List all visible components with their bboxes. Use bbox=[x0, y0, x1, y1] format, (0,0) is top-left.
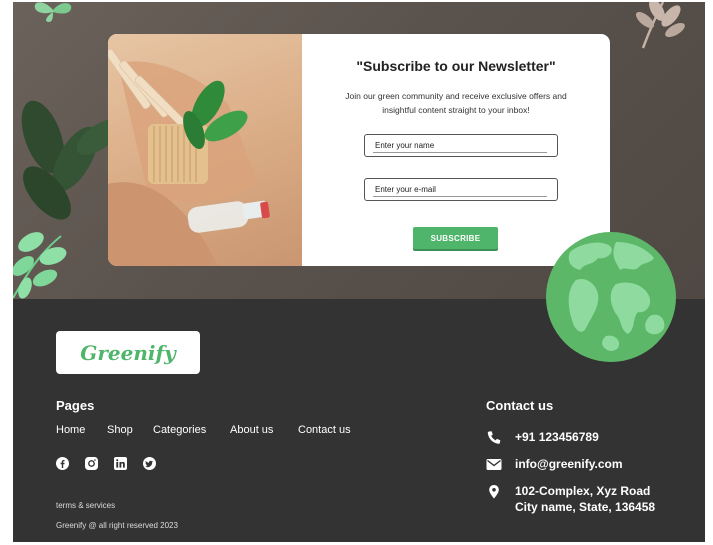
eco-products-illustration bbox=[108, 48, 270, 266]
phone-icon bbox=[487, 431, 501, 444]
location-pin-icon bbox=[489, 485, 499, 499]
name-input[interactable] bbox=[375, 139, 545, 151]
pages-heading: Pages bbox=[56, 398, 95, 413]
eco-products-image bbox=[108, 34, 302, 266]
email-input[interactable] bbox=[375, 183, 545, 195]
contact-email[interactable]: info@greenify.com bbox=[486, 456, 623, 473]
subscribe-button[interactable]: SUBSCRIBE bbox=[413, 227, 498, 249]
instagram-icon[interactable] bbox=[85, 457, 98, 470]
nav-categories[interactable]: Categories bbox=[153, 424, 206, 436]
nav-home[interactable]: Home bbox=[56, 424, 85, 436]
name-field-underline bbox=[373, 152, 547, 153]
contact-phone[interactable]: +91 123456789 bbox=[486, 429, 599, 446]
email-field-underline bbox=[373, 196, 547, 197]
nav-contact-us[interactable]: Contact us bbox=[298, 424, 351, 436]
contact-address: 102-Complex, Xyz Road City name, State, … bbox=[486, 483, 655, 515]
logo[interactable]: Greenify bbox=[56, 331, 200, 374]
name-field[interactable] bbox=[364, 134, 558, 157]
page-frame: "Subscribe to our Newsletter" Join our g… bbox=[13, 2, 705, 542]
address-line-2: City name, State, 136458 bbox=[515, 500, 656, 514]
butterfly-icon bbox=[34, 2, 72, 22]
email-field[interactable] bbox=[364, 178, 558, 201]
facebook-icon[interactable] bbox=[56, 457, 69, 470]
linkedin-icon[interactable] bbox=[114, 457, 127, 470]
social-links bbox=[56, 457, 156, 470]
mail-icon bbox=[486, 459, 502, 470]
address-line-1: 102-Complex, Xyz Road bbox=[515, 484, 651, 498]
newsletter-description: Join our green community and receive exc… bbox=[345, 91, 567, 115]
copyright-text: Greenify @ all right reserved 2023 bbox=[56, 521, 178, 530]
twitter-icon[interactable] bbox=[143, 457, 156, 470]
logo-text: Greenify bbox=[80, 340, 176, 365]
dark-leaves-icon bbox=[21, 100, 122, 220]
email-text: info@greenify.com bbox=[515, 457, 623, 471]
terms-link[interactable]: terms & services bbox=[56, 501, 115, 510]
light-leaves-icon bbox=[13, 232, 67, 299]
globe-icon bbox=[546, 232, 676, 362]
phone-text: +91 123456789 bbox=[515, 430, 599, 444]
newsletter-title: "Subscribe to our Newsletter" bbox=[356, 58, 556, 74]
page: "Subscribe to our Newsletter" Join our g… bbox=[0, 0, 713, 545]
address-text: 102-Complex, Xyz Road City name, State, … bbox=[515, 483, 655, 515]
newsletter-card: "Subscribe to our Newsletter" Join our g… bbox=[108, 34, 610, 266]
nav-shop[interactable]: Shop bbox=[107, 424, 133, 436]
nav-about-us[interactable]: About us bbox=[230, 424, 273, 436]
branch-icon bbox=[635, 2, 685, 49]
contact-heading: Contact us bbox=[486, 398, 554, 413]
